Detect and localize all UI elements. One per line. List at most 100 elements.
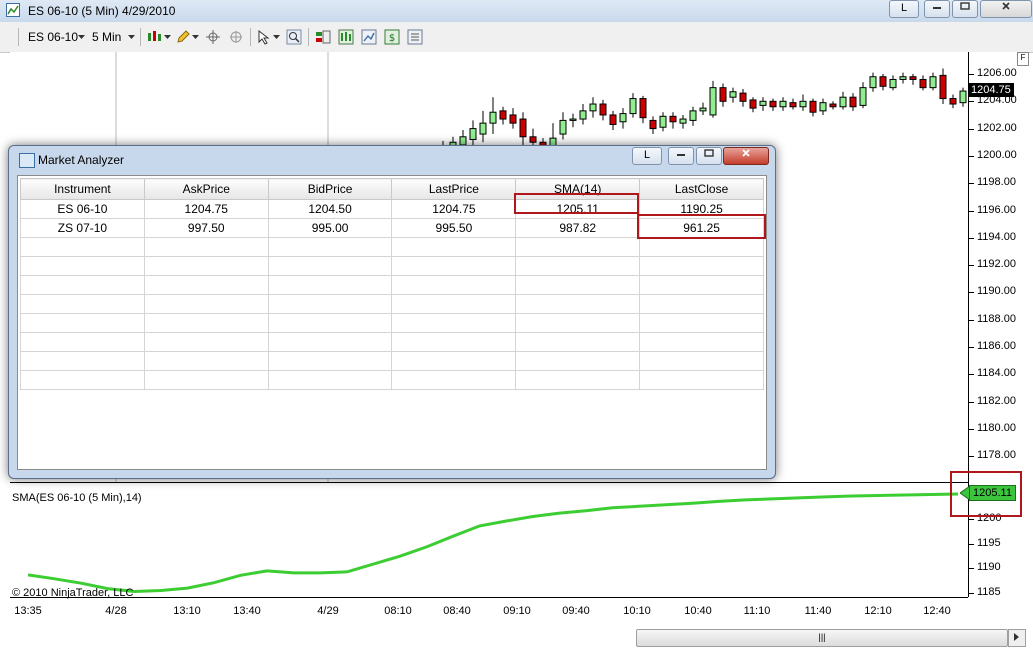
chevron-down-icon[interactable] [192,35,199,40]
table-cell[interactable] [515,351,641,371]
strategies-icon[interactable] [361,29,377,45]
ma-close-button[interactable] [723,147,769,165]
table-cell[interactable] [267,351,393,371]
chevron-down-icon[interactable] [78,35,85,40]
chart-horizontal-scrollbar[interactable]: ||| [636,629,1008,647]
table-cell[interactable] [20,351,145,371]
table-cell[interactable] [20,294,145,314]
table-cell[interactable]: 1204.50 [267,199,393,219]
table-cell[interactable] [267,294,393,314]
table-cell[interactable] [639,294,764,314]
table-cell[interactable]: 987.82 [515,218,641,238]
table-cell[interactable] [391,237,517,257]
table-cell[interactable] [143,332,269,352]
scroll-right-button[interactable] [1008,629,1026,647]
chevron-down-icon[interactable] [128,35,135,40]
time-axis[interactable]: 13:35 4/28 13:10 13:40 4/29 08:10 08:40 09:10 09… [10,597,968,620]
table-row[interactable] [20,313,764,333]
order-entry-icon[interactable] [315,29,331,45]
indicators-icon[interactable] [338,29,354,45]
chevron-down-icon[interactable] [164,35,171,40]
column-header[interactable]: AskPrice [143,178,269,200]
close-button[interactable] [980,0,1032,18]
table-cell[interactable] [391,256,517,276]
table-cell[interactable]: 1204.75 [391,199,517,219]
table-cell[interactable] [391,294,517,314]
link-button[interactable]: L [889,0,919,18]
table-cell[interactable]: 995.00 [267,218,393,238]
table-cell[interactable] [515,294,641,314]
pencil-icon[interactable] [175,29,191,45]
column-header[interactable]: Instrument [20,178,145,200]
bar-type-icon[interactable] [146,29,162,45]
table-cell[interactable] [515,332,641,352]
table-cell[interactable]: 995.50 [391,218,517,238]
table-cell[interactable] [267,256,393,276]
table-cell[interactable] [267,275,393,295]
column-header[interactable]: LastClose [639,178,764,200]
table-cell[interactable] [391,275,517,295]
table-cell[interactable] [143,313,269,333]
table-cell[interactable] [639,237,764,257]
table-row[interactable] [20,351,764,371]
axis-fit-button[interactable]: F [1017,52,1029,66]
table-cell[interactable]: 1204.75 [143,199,269,219]
table-cell[interactable] [20,313,145,333]
table-cell[interactable] [20,237,145,257]
table-cell[interactable] [639,275,764,295]
table-cell[interactable] [639,351,764,371]
table-cell[interactable] [143,294,269,314]
indicator-panel[interactable]: SMA(ES 06-10 (5 Min),14) © 2010 NinjaTra… [10,482,968,599]
table-row[interactable] [20,332,764,352]
table-row[interactable] [20,237,764,257]
table-cell[interactable] [391,351,517,371]
table-row[interactable] [20,256,764,276]
table-cell[interactable] [20,332,145,352]
interval-selector[interactable]: 5 Min [92,30,121,44]
table-cell[interactable] [267,332,393,352]
table-cell[interactable] [267,237,393,257]
instrument-selector[interactable]: ES 06-10 [28,30,78,44]
table-cell[interactable] [391,313,517,333]
column-header[interactable]: LastPrice [391,178,517,200]
table-row[interactable] [20,294,764,314]
table-cell[interactable] [267,370,393,390]
ma-maximize-button[interactable] [696,147,722,165]
table-cell[interactable] [20,256,145,276]
table-cell[interactable]: 997.50 [143,218,269,238]
table-cell[interactable] [639,332,764,352]
table-cell[interactable] [267,313,393,333]
ma-link-button[interactable]: L [632,147,662,165]
global-crosshair-icon[interactable] [228,29,244,45]
table-cell[interactable] [639,313,764,333]
table-cell[interactable] [391,332,517,352]
chevron-down-icon[interactable] [273,35,280,40]
zoom-icon[interactable] [286,29,302,45]
table-cell[interactable] [143,351,269,371]
minimize-button[interactable] [924,0,950,18]
table-cell[interactable]: ES 06-10 [20,199,145,219]
table-cell[interactable] [515,256,641,276]
table-cell[interactable] [515,237,641,257]
maximize-button[interactable] [952,0,978,18]
table-cell[interactable] [515,313,641,333]
cursor-icon[interactable] [256,29,272,45]
table-cell[interactable] [639,256,764,276]
properties-icon[interactable] [407,29,423,45]
table-row[interactable] [20,370,764,390]
table-cell[interactable] [143,256,269,276]
dollar-icon[interactable]: $ [384,29,400,45]
table-cell[interactable]: ZS 07-10 [20,218,145,238]
table-cell[interactable] [515,275,641,295]
table-cell[interactable] [639,370,764,390]
table-cell[interactable] [143,275,269,295]
column-header[interactable]: BidPrice [267,178,393,200]
table-cell[interactable] [515,370,641,390]
table-cell[interactable] [391,370,517,390]
crosshair-icon[interactable] [205,29,221,45]
table-row[interactable] [20,275,764,295]
table-cell[interactable] [143,370,269,390]
table-cell[interactable] [143,237,269,257]
table-cell[interactable] [20,275,145,295]
table-cell[interactable] [20,370,145,390]
